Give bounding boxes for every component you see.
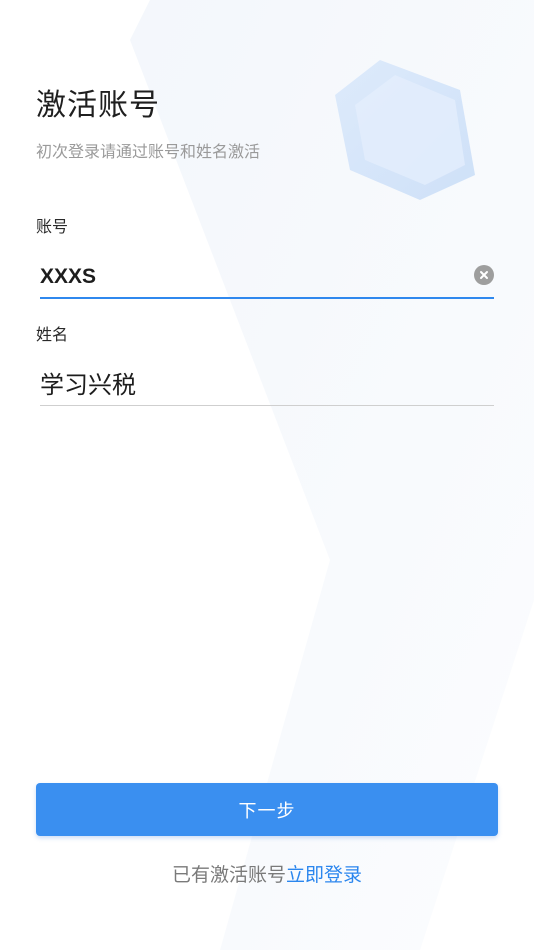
footer-login-prompt: 已有激活账号立即登录 bbox=[0, 862, 534, 888]
account-input[interactable]: XXXS bbox=[40, 262, 474, 292]
next-button[interactable]: 下一步 bbox=[36, 783, 498, 836]
account-label: 账号 bbox=[36, 217, 69, 236]
footer-prefix-text: 已有激活账号 bbox=[171, 864, 286, 886]
clear-icon[interactable] bbox=[474, 265, 494, 285]
page-title: 激活账号 bbox=[36, 88, 160, 123]
activate-account-page: 激活账号 初次登录请通过账号和姓名激活 账号 XXXS 姓名 学习兴税 下一步 … bbox=[0, 0, 534, 950]
login-now-link[interactable]: 立即登录 bbox=[286, 864, 362, 886]
name-label: 姓名 bbox=[36, 325, 69, 344]
name-field[interactable]: 学习兴税 bbox=[40, 365, 494, 406]
account-field[interactable]: XXXS bbox=[40, 257, 494, 299]
name-input[interactable]: 学习兴税 bbox=[40, 370, 494, 400]
page-subtitle: 初次登录请通过账号和姓名激活 bbox=[36, 142, 261, 161]
